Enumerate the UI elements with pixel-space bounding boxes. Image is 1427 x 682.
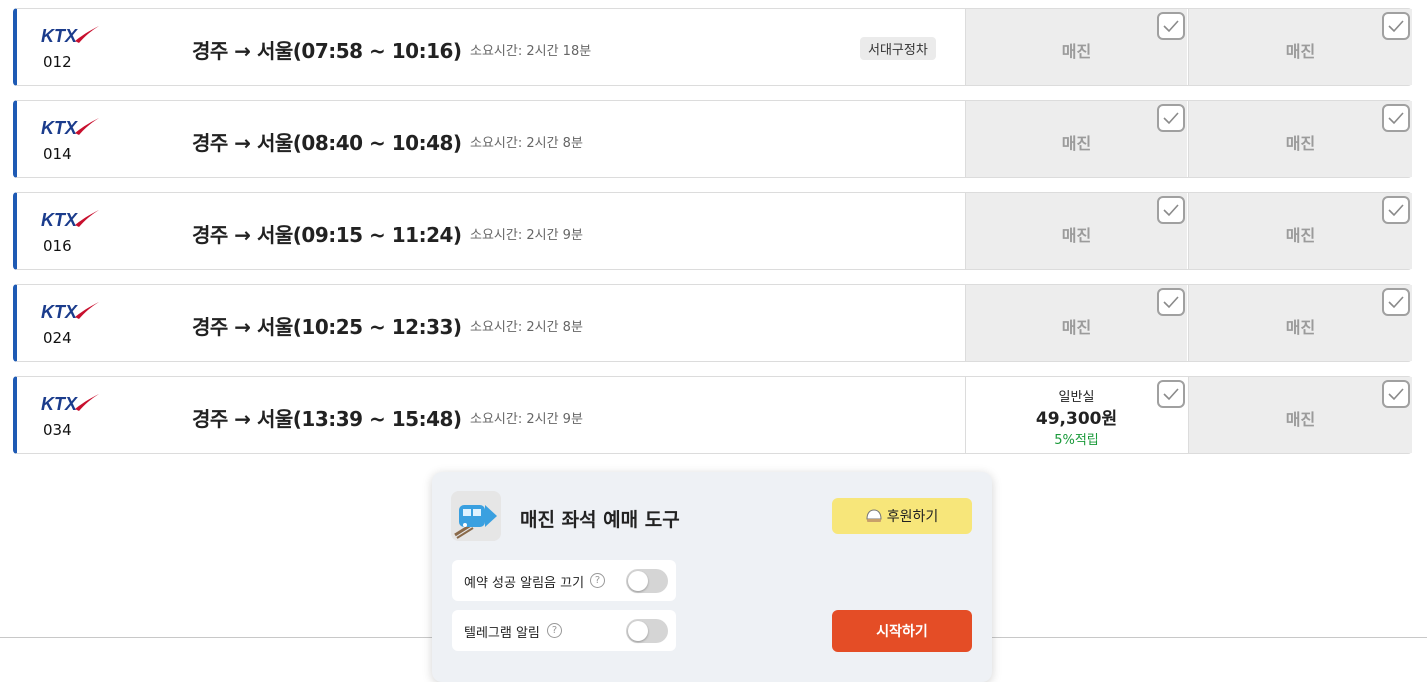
train-number: 016 xyxy=(43,237,72,255)
svg-text:KTX: KTX xyxy=(41,26,78,46)
macro-panel: 매진 좌석 예매 도구 후원하기 예약 성공 알림음 끄기 ? 텔레그램 알림 … xyxy=(432,472,992,682)
route-label: 경주 → 서울(07:58 ~ 10:16) xyxy=(192,39,462,63)
special-seat-cell[interactable]: 매진 xyxy=(1188,101,1412,177)
route-label: 경주 → 서울(13:39 ~ 15:48) xyxy=(192,407,462,431)
seat-type-label: 일반실 xyxy=(1058,390,1095,405)
option-label: 텔레그램 알림 xyxy=(464,626,540,641)
option-label: 예약 성공 알림음 끄기 xyxy=(464,576,585,591)
check-icon xyxy=(1388,296,1404,309)
help-icon[interactable]: ? xyxy=(547,623,562,638)
seat-price: 49,300원 xyxy=(1035,409,1118,429)
sold-out-label: 매진 xyxy=(1061,226,1092,245)
general-seat-checkbox[interactable] xyxy=(1157,288,1185,316)
special-seat-cell[interactable]: 매진 xyxy=(1188,285,1412,361)
special-seat-checkbox[interactable] xyxy=(1382,380,1410,408)
points-label: 5%적립 xyxy=(1054,433,1099,448)
general-seat-cell[interactable]: 일반실 49,300원 5%적립 xyxy=(965,377,1187,453)
special-seat-checkbox[interactable] xyxy=(1382,104,1410,132)
train-number: 012 xyxy=(43,53,72,71)
check-icon xyxy=(1163,112,1179,125)
sold-out-label: 매진 xyxy=(1061,134,1092,153)
train-row: KTX 034 경주 → 서울(13:39 ~ 15:48) 소요시간: 2시간… xyxy=(13,376,1412,454)
train-number: 034 xyxy=(43,421,72,439)
sold-out-label: 매진 xyxy=(1285,318,1316,337)
sold-out-label: 매진 xyxy=(1285,42,1316,61)
svg-text:KTX: KTX xyxy=(41,210,78,230)
telegram-toggle[interactable] xyxy=(626,619,668,643)
duration-label: 소요시간: 2시간 18분 xyxy=(470,44,592,59)
special-seat-cell[interactable]: 매진 xyxy=(1188,193,1412,269)
sold-out-label: 매진 xyxy=(1061,318,1092,337)
train-app-icon xyxy=(451,491,501,541)
ktx-logo: KTX xyxy=(41,302,99,322)
train-row: KTX 024 경주 → 서울(10:25 ~ 12:33) 소요시간: 2시간… xyxy=(13,284,1412,362)
check-icon xyxy=(1163,296,1179,309)
check-icon xyxy=(1163,20,1179,33)
train-row: KTX 012 경주 → 서울(07:58 ~ 10:16) 소요시간: 2시간… xyxy=(13,8,1412,86)
svg-text:KTX: KTX xyxy=(41,302,78,322)
general-seat-cell[interactable]: 매진 xyxy=(965,9,1187,85)
special-seat-cell[interactable]: 매진 xyxy=(1188,377,1412,453)
check-icon xyxy=(1388,112,1404,125)
sold-out-label: 매진 xyxy=(1285,226,1316,245)
toggle-knob xyxy=(628,621,648,641)
special-seat-checkbox[interactable] xyxy=(1382,12,1410,40)
check-icon xyxy=(1163,204,1179,217)
dumpling-icon xyxy=(866,509,882,522)
donate-label: 후원하기 xyxy=(886,509,939,525)
general-seat-checkbox[interactable] xyxy=(1157,380,1185,408)
toggle-knob xyxy=(628,571,648,591)
train-number: 014 xyxy=(43,145,72,163)
option-success-sound: 예약 성공 알림음 끄기 ? xyxy=(452,560,676,601)
svg-text:KTX: KTX xyxy=(41,394,78,414)
train-list: KTX 012 경주 → 서울(07:58 ~ 10:16) 소요시간: 2시간… xyxy=(13,8,1412,454)
check-icon xyxy=(1388,204,1404,217)
duration-label: 소요시간: 2시간 9분 xyxy=(470,412,583,427)
option-telegram: 텔레그램 알림 ? xyxy=(452,610,676,651)
route-label: 경주 → 서울(09:15 ~ 11:24) xyxy=(192,223,462,247)
general-seat-cell[interactable]: 매진 xyxy=(965,101,1187,177)
general-seat-cell[interactable]: 매진 xyxy=(965,193,1187,269)
sold-out-label: 매진 xyxy=(1285,134,1316,153)
donate-button[interactable]: 후원하기 xyxy=(832,498,972,534)
sound-off-toggle[interactable] xyxy=(626,569,668,593)
special-seat-cell[interactable]: 매진 xyxy=(1188,9,1412,85)
general-seat-checkbox[interactable] xyxy=(1157,196,1185,224)
duration-label: 소요시간: 2시간 9분 xyxy=(470,228,583,243)
sold-out-label: 매진 xyxy=(1285,410,1316,429)
ktx-logo: KTX xyxy=(41,394,99,414)
special-seat-checkbox[interactable] xyxy=(1382,196,1410,224)
check-icon xyxy=(1388,388,1404,401)
stop-tag: 서대구정차 xyxy=(860,37,936,60)
train-number: 024 xyxy=(43,329,72,347)
svg-text:KTX: KTX xyxy=(41,118,78,138)
duration-label: 소요시간: 2시간 8분 xyxy=(470,136,583,151)
duration-label: 소요시간: 2시간 8분 xyxy=(470,320,583,335)
special-seat-checkbox[interactable] xyxy=(1382,288,1410,316)
help-icon[interactable]: ? xyxy=(590,573,605,588)
check-icon xyxy=(1388,20,1404,33)
general-seat-checkbox[interactable] xyxy=(1157,12,1185,40)
ktx-logo: KTX xyxy=(41,26,99,46)
start-button[interactable]: 시작하기 xyxy=(832,610,972,652)
train-row: KTX 016 경주 → 서울(09:15 ~ 11:24) 소요시간: 2시간… xyxy=(13,192,1412,270)
ktx-logo: KTX xyxy=(41,210,99,230)
general-seat-cell[interactable]: 매진 xyxy=(965,285,1187,361)
train-row: KTX 014 경주 → 서울(08:40 ~ 10:48) 소요시간: 2시간… xyxy=(13,100,1412,178)
panel-title: 매진 좌석 예매 도구 xyxy=(520,509,680,531)
route-label: 경주 → 서울(10:25 ~ 12:33) xyxy=(192,315,462,339)
sold-out-label: 매진 xyxy=(1061,42,1092,61)
general-seat-checkbox[interactable] xyxy=(1157,104,1185,132)
ktx-logo: KTX xyxy=(41,118,99,138)
check-icon xyxy=(1163,388,1179,401)
route-label: 경주 → 서울(08:40 ~ 10:48) xyxy=(192,131,462,155)
